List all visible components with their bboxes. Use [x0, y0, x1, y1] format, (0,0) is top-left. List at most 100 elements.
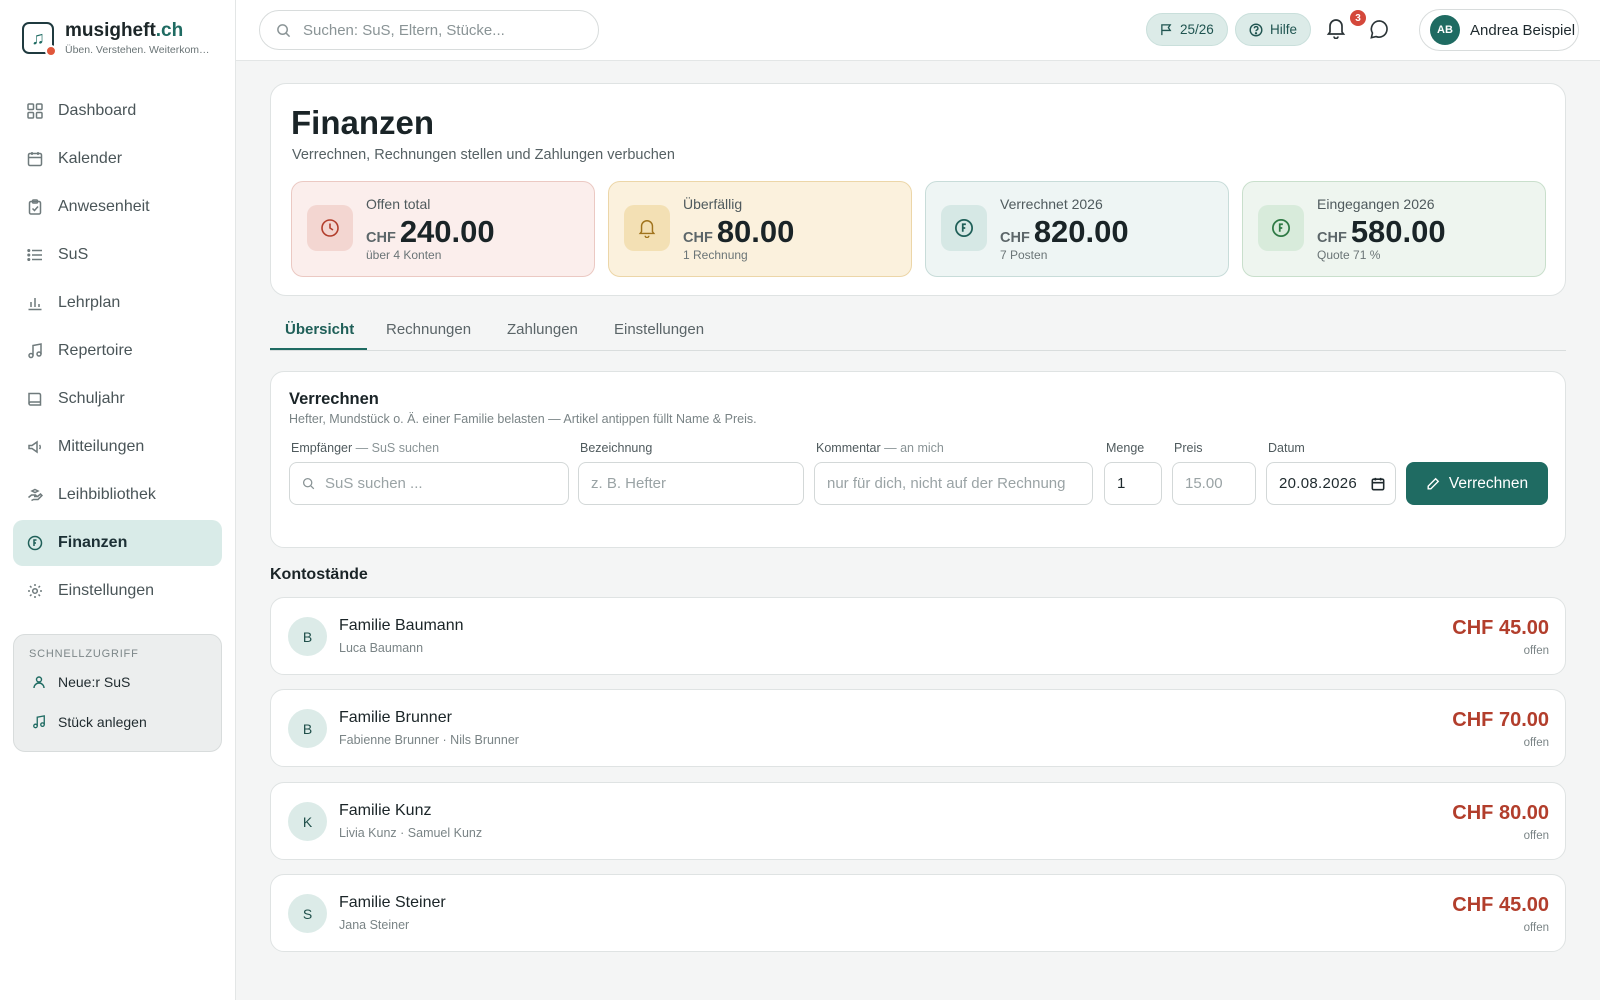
- page-title: Finanzen: [291, 104, 435, 141]
- sidebar-item-label: Lehrplan: [58, 294, 121, 311]
- search-icon: [276, 23, 291, 38]
- coin-icon: [26, 534, 44, 552]
- music-note-icon: [32, 715, 46, 729]
- sidebar-nav: Dashboard Kalender Anwesenheit SuS Lehrp…: [13, 88, 222, 616]
- sidebar-item-dashboard[interactable]: Dashboard: [13, 88, 222, 134]
- search-icon: [302, 477, 315, 490]
- tab-rechnungen[interactable]: Rechnungen: [386, 321, 471, 338]
- date-input[interactable]: 20.08.2026: [1266, 462, 1396, 505]
- date-label: Datum: [1268, 441, 1305, 455]
- account-row[interactable]: K Familie Kunz Livia Kunz · Samuel Kunz …: [270, 782, 1566, 860]
- account-row[interactable]: B Familie Baumann Luca Baumann CHF 45.00…: [270, 597, 1566, 675]
- account-name: Familie Brunner: [339, 709, 452, 726]
- brand-name: musigheft.ch: [65, 20, 184, 41]
- school-year-button[interactable]: 25/26: [1146, 13, 1228, 46]
- stat-overdue: Überfällig CHF 80.00 1 Rechnung: [608, 181, 912, 277]
- bar-chart-icon: [26, 294, 44, 312]
- account-members: Livia Kunz · Samuel Kunz: [339, 826, 483, 840]
- user-menu[interactable]: AB Andrea Beispiel: [1419, 9, 1579, 51]
- account-status: offen: [1523, 645, 1549, 657]
- gear-icon: [26, 582, 44, 600]
- sidebar-item-label: Dashboard: [58, 102, 137, 119]
- account-row[interactable]: S Familie Steiner Jana Steiner CHF 45.00…: [270, 874, 1566, 952]
- active-tab-indicator: [270, 348, 367, 350]
- sidebar-item-finanzen[interactable]: Finanzen: [13, 520, 222, 566]
- school-year-label: 25/26: [1180, 22, 1214, 37]
- quick-item-label: Stück anlegen: [58, 714, 147, 730]
- account-name: Familie Steiner: [339, 894, 446, 911]
- account-amount: CHF 70.00: [1452, 709, 1549, 731]
- search-input[interactable]: Suchen: SuS, Eltern, Stücke...: [259, 10, 599, 50]
- stat-currency: CHF: [683, 230, 713, 246]
- stat-label: Überfällig: [683, 196, 743, 212]
- sidebar-item-lehrplan[interactable]: Lehrplan: [13, 280, 222, 326]
- clipboard-check-icon: [26, 198, 44, 216]
- account-name: Familie Kunz: [339, 802, 432, 819]
- account-status: offen: [1523, 737, 1549, 749]
- stat-label: Offen total: [366, 196, 431, 212]
- stat-received-2026: Eingegangen 2026 CHF 580.00 Quote 71 %: [1242, 181, 1546, 277]
- quick-add-piece[interactable]: Stück anlegen: [14, 704, 221, 740]
- account-status: offen: [1523, 830, 1549, 842]
- avatar: AB: [1430, 15, 1460, 45]
- recipient-label: Empfänger — SuS suchen: [291, 441, 440, 455]
- tab-uebersicht[interactable]: Übersicht: [285, 321, 354, 338]
- hand-icon: [26, 486, 44, 504]
- bell-icon[interactable]: [1326, 17, 1346, 44]
- chat-icon[interactable]: [1369, 19, 1390, 45]
- notification-badge: 3: [1350, 10, 1366, 26]
- pencil-icon: [1426, 477, 1440, 491]
- account-status: offen: [1523, 922, 1549, 934]
- user-icon: [32, 675, 46, 689]
- sidebar-item-schuljahr[interactable]: Schuljahr: [13, 376, 222, 422]
- price-input[interactable]: 15.00: [1172, 462, 1256, 505]
- quick-new-student[interactable]: Neue:r SuS: [14, 664, 221, 700]
- sidebar-item-sus[interactable]: SuS: [13, 232, 222, 278]
- stat-currency: CHF: [1317, 230, 1347, 246]
- stat-value: 820.00: [1033, 214, 1129, 249]
- charge-form-card: Verrechnen Hefter, Mundstück o. Ä. einer…: [270, 371, 1566, 548]
- accounts-title: Kontostände: [270, 566, 368, 583]
- topbar: Suchen: SuS, Eltern, Stücke... 25/26 Hil…: [236, 0, 1600, 61]
- stat-value: 580.00: [1350, 214, 1446, 249]
- charge-button[interactable]: Verrechnen: [1406, 462, 1548, 505]
- quick-item-label: Neue:r SuS: [58, 674, 131, 690]
- brand-logo[interactable]: ♫ musigheft.ch Üben. Verstehen. Weiterko…: [22, 20, 210, 57]
- stat-currency: CHF: [366, 230, 396, 246]
- description-input[interactable]: z. B. Hefter: [578, 462, 804, 505]
- recipient-search-input[interactable]: SuS suchen ...: [289, 462, 569, 505]
- account-members: Luca Baumann: [339, 641, 424, 655]
- calendar-icon[interactable]: [1371, 477, 1385, 491]
- date-value: 20.08.2026: [1279, 475, 1358, 492]
- list-icon: [26, 246, 44, 264]
- help-button[interactable]: Hilfe: [1235, 13, 1312, 46]
- sidebar-item-repertoire[interactable]: Repertoire: [13, 328, 222, 374]
- stat-open-total: Offen total CHF 240.00 über 4 Konten: [291, 181, 595, 277]
- sidebar-item-label: Einstellungen: [58, 582, 155, 599]
- sidebar-item-label: Kalender: [58, 150, 123, 167]
- sidebar-item-label: Repertoire: [58, 342, 133, 359]
- account-row[interactable]: B Familie Brunner Fabienne Brunner · Nil…: [270, 689, 1566, 767]
- comment-input[interactable]: nur für dich, nicht auf der Rechnung: [814, 462, 1093, 505]
- quantity-value: 1: [1117, 475, 1126, 492]
- stat-billed-2026: Verrechnet 2026 CHF 820.00 7 Posten: [925, 181, 1229, 277]
- quick-access-panel: SCHNELLZUGRIFF Neue:r SuS Stück anlegen: [13, 634, 222, 752]
- sidebar-item-kalender[interactable]: Kalender: [13, 136, 222, 182]
- sidebar-item-mitteilungen[interactable]: Mitteilungen: [13, 424, 222, 470]
- recipient-placeholder: SuS suchen ...: [325, 475, 423, 492]
- music-note-icon: [26, 342, 44, 360]
- sidebar-item-einstellungen[interactable]: Einstellungen: [13, 568, 222, 614]
- help-label: Hilfe: [1270, 22, 1298, 37]
- user-name: Andrea Beispiel: [1470, 21, 1576, 39]
- stat-label: Eingegangen 2026: [1317, 196, 1435, 212]
- book-icon: [26, 390, 44, 408]
- quantity-input[interactable]: 1: [1104, 462, 1162, 505]
- account-initial: B: [288, 617, 327, 656]
- coin-icon: [941, 205, 987, 251]
- tab-einstellungen[interactable]: Einstellungen: [614, 321, 704, 338]
- sidebar-item-anwesenheit[interactable]: Anwesenheit: [13, 184, 222, 230]
- sidebar-item-leihbibliothek[interactable]: Leihbibliothek: [13, 472, 222, 518]
- search-placeholder: Suchen: SuS, Eltern, Stücke...: [303, 21, 505, 39]
- tab-zahlungen[interactable]: Zahlungen: [507, 321, 578, 338]
- price-placeholder: 15.00: [1185, 475, 1223, 492]
